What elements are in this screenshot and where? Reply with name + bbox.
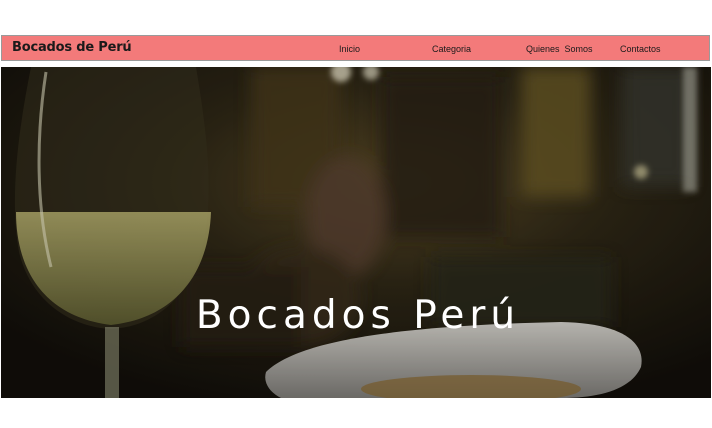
hero-title: Bocados Perú	[195, 293, 521, 338]
nav-link-quienes-somos[interactable]: Quienes Somos	[526, 44, 593, 54]
brand-logo-text[interactable]: Bocados de Perú	[12, 40, 132, 55]
restaurant-photo	[1, 67, 711, 398]
nav-link-contactos[interactable]: Contactos	[620, 44, 661, 54]
top-navbar: Bocados de Perú Inicio Categoria Quienes…	[1, 35, 710, 61]
hero-banner: Bocados Perú	[1, 67, 711, 398]
nav-link-inicio[interactable]: Inicio	[339, 44, 360, 54]
nav-link-categoria[interactable]: Categoria	[432, 44, 471, 54]
